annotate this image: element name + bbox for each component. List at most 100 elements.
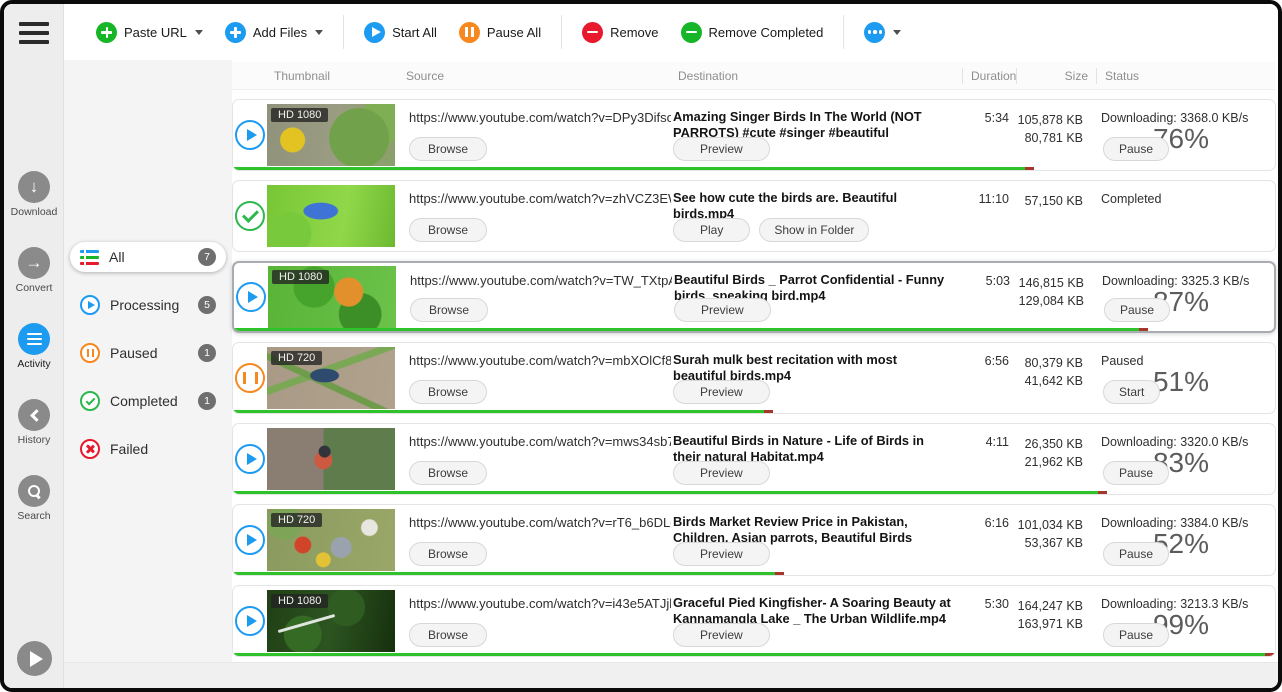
more-options-dropdown-caret[interactable] [893, 30, 901, 35]
start-all-button[interactable]: Start All [364, 22, 437, 43]
source-url: https://www.youtube.com/watch?v=i43e5ATJ… [399, 586, 671, 611]
video-thumbnail[interactable]: HD 1080 [268, 266, 396, 328]
download-row[interactable]: HD 1080 https://www.youtube.com/watch?v=… [232, 99, 1276, 171]
filter-failed[interactable]: Failed [70, 434, 226, 464]
remove-completed-button[interactable]: Remove Completed [681, 22, 824, 43]
pause-start-button[interactable]: Start [1103, 380, 1160, 404]
ellipsis-icon [864, 22, 885, 43]
activity-icon [18, 323, 50, 355]
add-files-button[interactable]: Add Files [225, 22, 307, 43]
browse-button[interactable]: Browse [409, 542, 487, 566]
duration: 5:34 [963, 100, 1017, 170]
filter-completed[interactable]: Completed 1 [70, 386, 226, 416]
preview-play-button[interactable]: Preview [673, 542, 770, 566]
filter-paused[interactable]: Paused 1 [70, 338, 226, 368]
sidebar-item-search[interactable]: Search [4, 475, 64, 522]
download-row[interactable]: HD 720 https://www.youtube.com/watch?v=m… [232, 342, 1276, 414]
video-thumbnail[interactable] [267, 185, 395, 247]
add-files-dropdown-caret[interactable] [315, 30, 323, 35]
hd-quality-badge: HD 720 [271, 513, 322, 527]
preview-play-button[interactable]: Preview [673, 623, 770, 647]
filter-processing[interactable]: Processing 5 [70, 290, 226, 320]
video-thumbnail[interactable]: HD 1080 [267, 104, 395, 166]
duration: 6:56 [963, 343, 1017, 413]
destination-title: Beautiful Birds in Nature - Life of Bird… [671, 424, 963, 466]
preview-play-button[interactable]: Play [673, 218, 750, 242]
paste-url-dropdown-caret[interactable] [195, 30, 203, 35]
sidebar-item-convert[interactable]: → Convert [4, 247, 64, 294]
pause-start-button[interactable]: Pause [1103, 542, 1169, 566]
browse-button[interactable]: Browse [409, 623, 487, 647]
browse-button[interactable]: Browse [409, 218, 487, 242]
download-row[interactable]: HD 1080 https://www.youtube.com/watch?v=… [232, 261, 1276, 333]
browse-button[interactable]: Browse [409, 137, 487, 161]
video-thumbnail[interactable]: HD 720 [267, 347, 395, 409]
downloads-table: Thumbnail Source Destination Duration Si… [232, 62, 1276, 657]
failed-icon [80, 439, 100, 459]
header-destination: Destination [670, 69, 962, 83]
video-thumbnail[interactable] [267, 428, 395, 490]
menu-icon[interactable] [19, 22, 49, 49]
download-row[interactable]: HD 1080 https://www.youtube.com/watch?v=… [232, 585, 1276, 657]
pause-start-button[interactable]: Pause [1103, 461, 1169, 485]
header-duration: Duration [962, 68, 1016, 84]
completed-icon [80, 391, 100, 411]
pause-start-button[interactable]: Pause [1103, 623, 1169, 647]
toolbar-separator [561, 15, 562, 49]
video-thumbnail[interactable]: HD 720 [267, 509, 395, 571]
download-row[interactable]: https://www.youtube.com/watch?v=zhVCZ3EW… [232, 180, 1276, 252]
destination-title: See how cute the birds are. Beautiful bi… [671, 181, 963, 223]
browse-button[interactable]: Browse [409, 461, 487, 485]
sidebar-item-activity[interactable]: Activity [4, 323, 64, 370]
more-options-button[interactable] [864, 22, 885, 43]
progress-bar [233, 167, 1025, 171]
row-state-icon[interactable] [235, 606, 265, 636]
paste-url-button[interactable]: Paste URL [96, 22, 187, 43]
count-badge: 1 [198, 392, 216, 410]
sidebar-item-history[interactable]: History [4, 399, 64, 446]
browse-button[interactable]: Browse [410, 298, 488, 322]
size-downloaded: 53,367 KB [1017, 534, 1083, 552]
preview-play-button[interactable]: Preview [674, 298, 771, 322]
row-state-icon[interactable] [235, 444, 265, 474]
download-row[interactable]: HD 720 https://www.youtube.com/watch?v=r… [232, 504, 1276, 576]
filter-all[interactable]: All 7 [70, 242, 226, 272]
remove-button[interactable]: Remove [582, 22, 658, 43]
search-icon [18, 475, 50, 507]
preview-play-button[interactable]: Preview [673, 461, 770, 485]
show-in-folder-button[interactable]: Show in Folder [759, 218, 869, 242]
convert-icon: → [18, 247, 50, 279]
filter-panel: All 7 Processing 5 Paused 1 Completed 1 … [64, 60, 232, 662]
toolbar: Paste URL Add Files Start All Pause All … [64, 4, 1278, 60]
download-icon: ↓ [18, 171, 50, 203]
row-state-icon[interactable] [235, 201, 265, 231]
size-total: 57,150 KB [1017, 192, 1083, 210]
floating-play-button[interactable] [17, 641, 52, 676]
size-total: 80,379 KB [1017, 354, 1083, 372]
destination-title: Surah mulk best recitation with most bea… [671, 343, 963, 385]
hd-quality-badge: HD 1080 [271, 594, 328, 608]
source-url: https://www.youtube.com/watch?v=mws34sb7… [399, 424, 671, 449]
duration: 11:10 [963, 181, 1017, 251]
browse-button[interactable]: Browse [409, 380, 487, 404]
sidebar-item-download[interactable]: ↓ Download [4, 171, 64, 218]
download-row[interactable]: https://www.youtube.com/watch?v=mws34sb7… [232, 423, 1276, 495]
row-state-icon[interactable] [235, 525, 265, 555]
minus-icon [681, 22, 702, 43]
pause-start-button[interactable]: Pause [1103, 137, 1169, 161]
size-downloaded: 41,642 KB [1017, 372, 1083, 390]
progress-bar [233, 572, 775, 576]
duration: 5:30 [963, 586, 1017, 656]
video-thumbnail[interactable]: HD 1080 [267, 590, 395, 652]
size-downloaded: 21,962 KB [1017, 453, 1083, 471]
table-header: Thumbnail Source Destination Duration Si… [232, 62, 1276, 90]
pause-all-button[interactable]: Pause All [459, 22, 541, 43]
duration: 6:16 [963, 505, 1017, 575]
row-state-icon[interactable] [235, 120, 265, 150]
pause-start-button[interactable]: Pause [1104, 298, 1170, 322]
preview-play-button[interactable]: Preview [673, 137, 770, 161]
row-state-icon[interactable] [235, 363, 265, 393]
row-state-icon[interactable] [236, 282, 266, 312]
preview-play-button[interactable]: Preview [673, 380, 770, 404]
pause-icon [459, 22, 480, 43]
